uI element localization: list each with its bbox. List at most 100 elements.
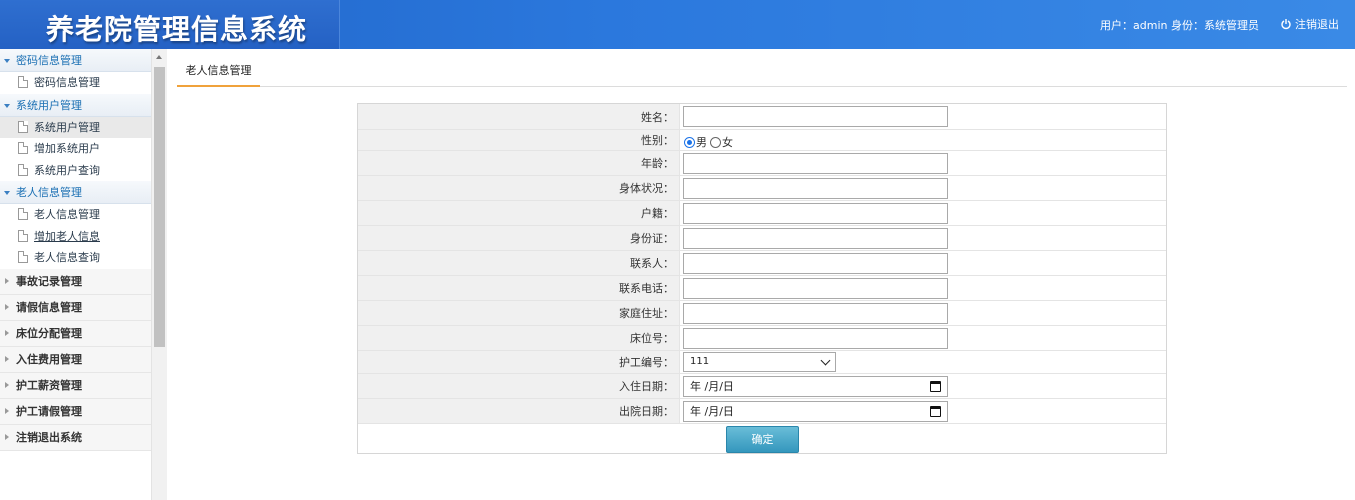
gender-male-radio[interactable] (684, 136, 695, 148)
sidebar-scrollbar[interactable] (152, 49, 167, 500)
form-row-name: 姓名： (358, 104, 1166, 130)
form-row-contact: 联系人： (358, 251, 1166, 276)
checkin-date-input[interactable]: 年 /月/日 (683, 375, 948, 397)
document-icon (18, 120, 28, 133)
document-icon (18, 142, 28, 154)
sidebar-item-sysuser-manage[interactable]: 系统用户管理 (0, 116, 151, 138)
form-row-household: 户籍： (358, 201, 1166, 226)
sidebar-item-label: 增加系统用户 (34, 142, 100, 155)
tab-bar: 老人信息管理 (177, 58, 1347, 87)
phone-input[interactable] (683, 277, 948, 299)
caret-right-icon (5, 355, 9, 362)
sidebar-item-label: 老人信息查询 (34, 251, 100, 264)
scroll-up-icon[interactable] (156, 55, 162, 59)
sidebar-group-label: 注销退出系统 (16, 430, 82, 444)
form-row-checkin: 入住日期： 年 /月/日 (358, 374, 1166, 399)
sidebar-group-leave[interactable]: 请假信息管理 (0, 294, 151, 321)
phone-label: 联系电话： (358, 276, 680, 300)
document-icon (18, 208, 28, 220)
health-input[interactable] (683, 177, 948, 199)
sidebar-group-bed[interactable]: 床位分配管理 (0, 320, 151, 347)
calendar-icon[interactable] (930, 405, 941, 417)
logout-label: 注销退出 (1295, 18, 1339, 31)
address-input[interactable] (683, 302, 948, 324)
caret-down-icon (4, 59, 10, 63)
user-label: 用户： (1100, 19, 1134, 32)
sidebar-item-label: 系统用户查询 (34, 163, 100, 177)
caregiver-select-value: 111 (690, 356, 710, 367)
bed-input[interactable] (683, 327, 948, 349)
idcard-input[interactable] (683, 227, 948, 249)
sidebar-group-elder[interactable]: 老人信息管理 (0, 181, 151, 204)
gender-male-label: 男 (696, 136, 707, 149)
name-input[interactable] (683, 106, 948, 127)
caret-down-icon (4, 191, 10, 195)
caregiver-label: 护工编号： (358, 351, 680, 373)
document-icon (18, 163, 28, 176)
bed-label: 床位号： (358, 326, 680, 350)
form-row-caregiver: 护工编号： 111 (358, 351, 1166, 374)
sidebar-group-salary[interactable]: 护工薪资管理 (0, 372, 151, 399)
form-row-phone: 联系电话： (358, 276, 1166, 301)
address-label: 家庭住址： (358, 301, 680, 325)
form-row-bed: 床位号： (358, 326, 1166, 351)
sidebar-group-password[interactable]: 密码信息管理 (0, 49, 151, 72)
logout-button[interactable]: 注销退出 (1280, 16, 1339, 32)
sidebar-item-elder-add[interactable]: 增加老人信息 (0, 226, 151, 248)
calendar-icon[interactable] (930, 380, 941, 392)
checkin-label: 入住日期： (358, 374, 680, 398)
document-icon (18, 251, 28, 263)
user-name: admin (1133, 19, 1168, 32)
gender-female-radio[interactable] (710, 136, 721, 148)
sidebar-group-label: 入住费用管理 (16, 352, 82, 366)
sidebar-group-label: 密码信息管理 (16, 54, 82, 67)
sidebar: 密码信息管理 密码信息管理 系统用户管理 系统用户管理 增加系统用户 系统用户查… (0, 49, 152, 500)
age-input[interactable] (683, 152, 948, 174)
checkin-date-value: 年 /月/日 (690, 379, 734, 393)
sidebar-item-label: 老人信息管理 (34, 208, 100, 221)
app-header: 养老院管理信息系统 用户：admin 身份：系统管理员 注销退出 (0, 0, 1355, 49)
sidebar-group-logout[interactable]: 注销退出系统 (0, 424, 151, 451)
sidebar-group-label: 系统用户管理 (16, 98, 82, 112)
caret-down-icon (4, 103, 10, 108)
power-icon (1281, 19, 1291, 30)
sidebar-group-accident[interactable]: 事故记录管理 (0, 268, 151, 295)
checkout-date-input[interactable]: 年 /月/日 (683, 400, 948, 422)
sidebar-group-label: 护工薪资管理 (16, 378, 82, 392)
checkout-label: 出院日期： (358, 399, 680, 423)
sidebar-group-fees[interactable]: 入住费用管理 (0, 346, 151, 373)
caret-right-icon (5, 277, 9, 284)
app-title: 养老院管理信息系统 (46, 13, 308, 46)
sidebar-group-caregiver-leave[interactable]: 护工请假管理 (0, 398, 151, 425)
document-icon (18, 229, 28, 242)
sidebar-item-password-manage[interactable]: 密码信息管理 (0, 72, 151, 94)
sidebar-item-elder-manage[interactable]: 老人信息管理 (0, 204, 151, 226)
submit-button[interactable]: 确定 (726, 426, 799, 453)
user-role: 系统管理员 (1204, 19, 1259, 32)
form-row-address: 家庭住址： (358, 301, 1166, 326)
document-icon (18, 76, 28, 88)
user-info: 用户：admin 身份：系统管理员 (1100, 17, 1259, 33)
caret-right-icon (5, 329, 9, 336)
checkout-date-value: 年 /月/日 (690, 404, 734, 418)
sidebar-item-elder-query[interactable]: 老人信息查询 (0, 247, 151, 269)
sidebar-item-sysuser-add[interactable]: 增加系统用户 (0, 138, 151, 160)
form-row-gender: 性别： 男 女 (358, 130, 1166, 151)
contact-label: 联系人： (358, 251, 680, 275)
tab-elder-manage[interactable]: 老人信息管理 (177, 58, 260, 87)
caregiver-select[interactable]: 111 (683, 352, 836, 372)
form-row-checkout: 出院日期： 年 /月/日 (358, 399, 1166, 424)
scrollbar-thumb[interactable] (154, 67, 165, 347)
form-row-health: 身体状况： (358, 176, 1166, 201)
household-input[interactable] (683, 202, 948, 224)
contact-input[interactable] (683, 252, 948, 274)
sidebar-group-sysuser[interactable]: 系统用户管理 (0, 93, 151, 117)
role-label: 身份： (1171, 19, 1204, 32)
sidebar-item-sysuser-query[interactable]: 系统用户查询 (0, 160, 151, 182)
caret-right-icon (5, 407, 9, 414)
sidebar-group-label: 床位分配管理 (16, 326, 82, 340)
name-label: 姓名： (358, 104, 680, 129)
sidebar-item-label: 密码信息管理 (34, 76, 100, 89)
household-label: 户籍： (358, 201, 680, 225)
caret-right-icon (5, 433, 9, 440)
